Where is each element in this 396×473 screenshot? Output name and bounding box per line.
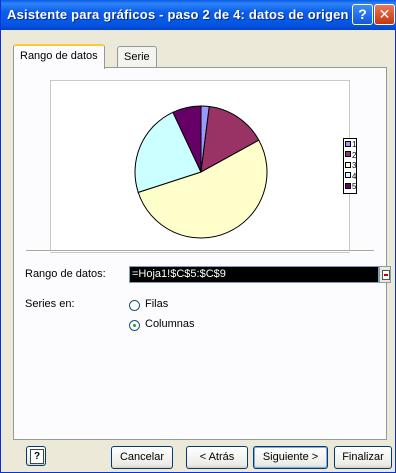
series-in-label: Series en: — [25, 298, 75, 310]
legend-swatch-2 — [345, 151, 351, 158]
pie-chart — [134, 105, 268, 239]
legend-item: 2 — [345, 151, 356, 162]
help-button[interactable]: ? — [26, 446, 46, 466]
legend-item: 4 — [345, 172, 356, 183]
cancel-button[interactable]: Cancelar — [111, 446, 173, 469]
radio-columnas-label[interactable]: Columnas — [145, 318, 195, 330]
next-button[interactable]: Siguiente > — [253, 446, 328, 469]
legend-label-5: 5 — [352, 182, 357, 191]
finish-button[interactable]: Finalizar — [334, 446, 392, 469]
legend-swatch-5 — [345, 182, 351, 189]
legend-item: 1 — [345, 140, 356, 151]
radio-filas-label[interactable]: Filas — [145, 298, 168, 310]
range-label: Rango de datos: — [25, 268, 106, 280]
chart-legend: 1 2 3 4 5 — [343, 138, 357, 194]
range-input[interactable]: =Hoja1!$C$5:$C$9 — [129, 266, 379, 283]
chart-preview: 1 2 3 4 5 — [50, 80, 357, 253]
help-title-button[interactable]: ? — [352, 4, 373, 25]
legend-item: 3 — [345, 161, 356, 172]
radio-columnas[interactable] — [129, 320, 140, 331]
legend-swatch-4 — [345, 172, 351, 179]
collapse-dialog-button[interactable] — [379, 266, 391, 283]
window-title: Asistente para gráficos - paso 2 de 4: d… — [7, 7, 349, 22]
separator — [26, 250, 374, 252]
legend-label-3: 3 — [352, 161, 357, 170]
tab-rango-de-datos[interactable]: Rango de datos — [13, 44, 105, 69]
title-bar: Asistente para gráficos - paso 2 de 4: d… — [1, 0, 396, 30]
close-button[interactable]: ✕ — [374, 4, 395, 25]
back-button[interactable]: < Atrás — [186, 446, 248, 469]
tab-serie[interactable]: Serie — [117, 46, 157, 68]
chart-wizard-dialog: Asistente para gráficos - paso 2 de 4: d… — [0, 0, 396, 473]
radio-filas[interactable] — [129, 300, 140, 311]
legend-item: 5 — [345, 182, 356, 193]
legend-label-4: 4 — [352, 171, 357, 181]
tab-panel: 1 2 3 4 5 — [13, 67, 387, 440]
legend-swatch-1 — [345, 140, 351, 147]
collapse-icon — [382, 270, 390, 280]
legend-swatch-3 — [345, 161, 351, 168]
legend-label-1: 1 — [352, 140, 357, 149]
help-icon: ? — [30, 449, 44, 464]
legend-label-2: 2 — [352, 150, 357, 160]
